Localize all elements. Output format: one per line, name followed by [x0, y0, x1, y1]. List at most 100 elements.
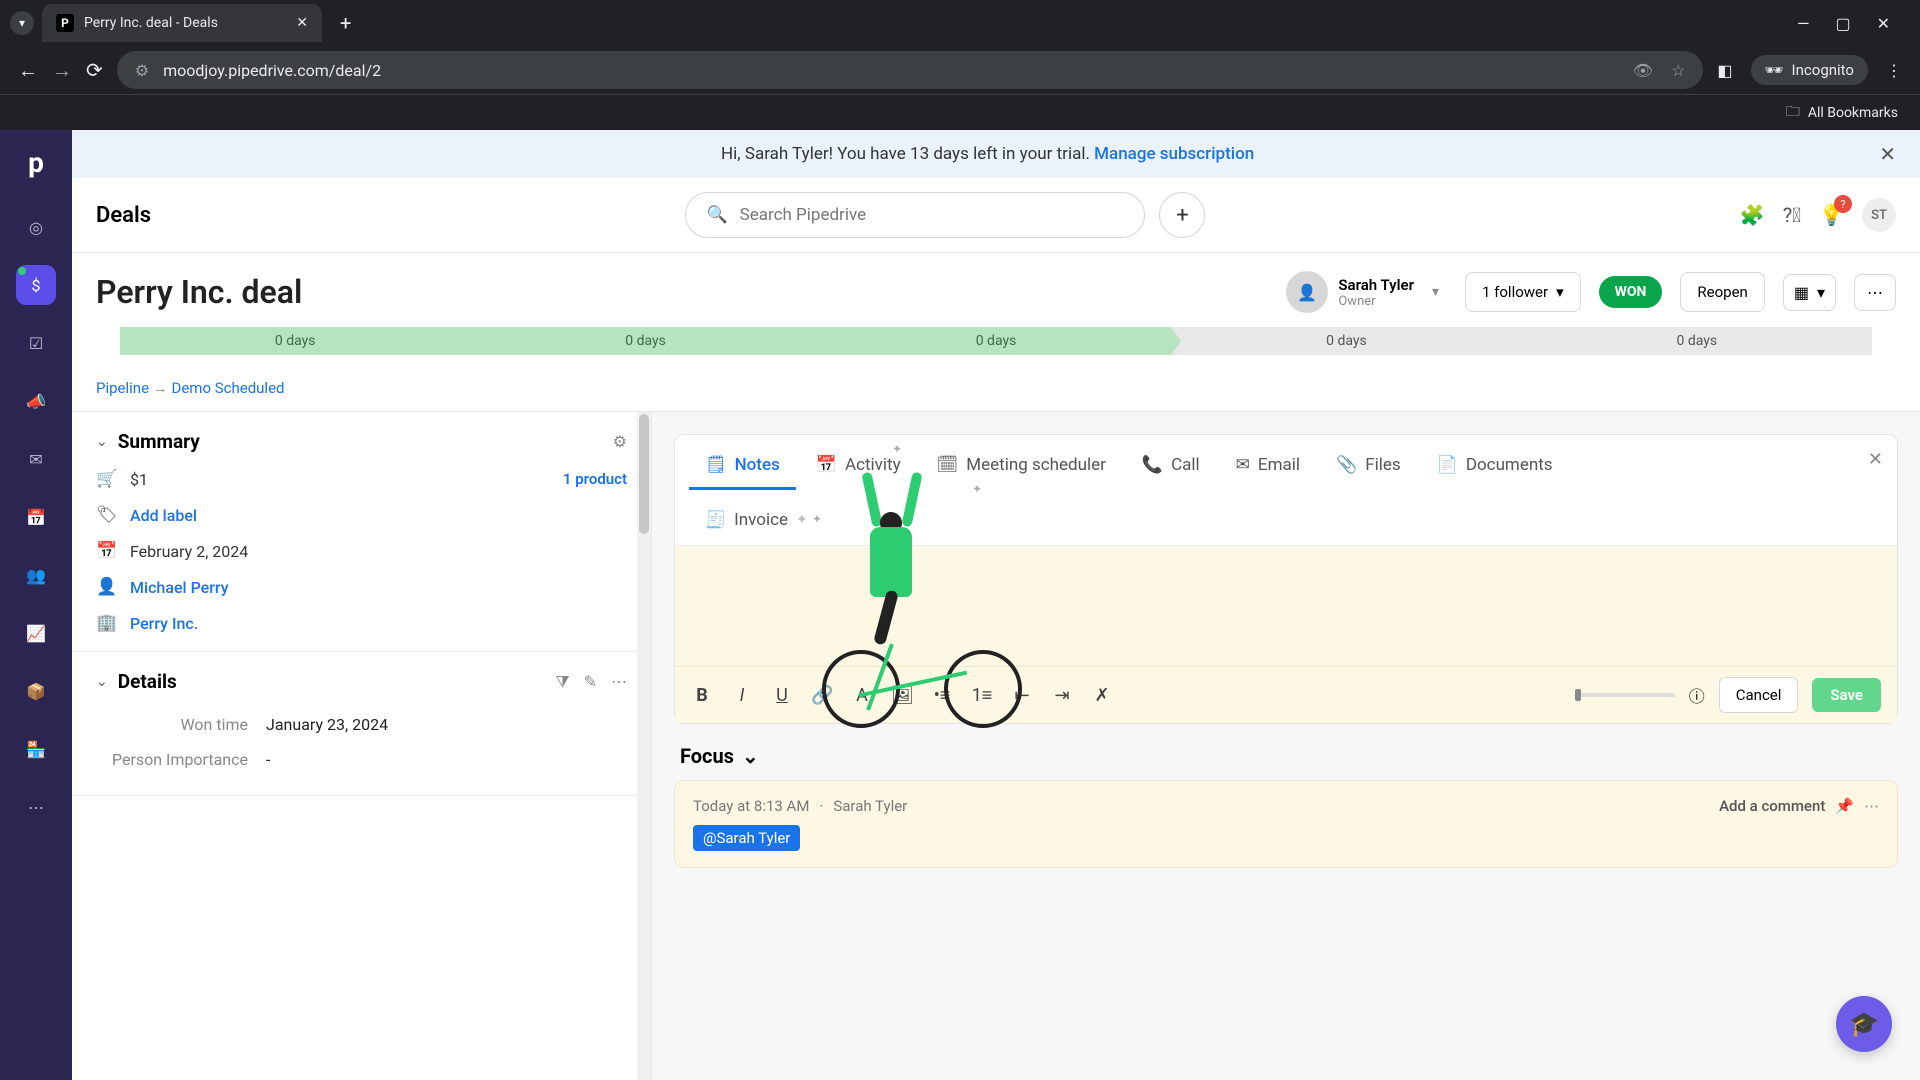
product-link[interactable]: 1 product	[563, 470, 627, 488]
layout-button[interactable]: ▦ ▾	[1783, 274, 1836, 311]
eye-off-icon[interactable]: 👁	[1633, 61, 1653, 80]
tab-email[interactable]: ✉Email	[1220, 443, 1316, 490]
new-tab-button[interactable]: +	[330, 11, 361, 35]
bullet-list-button[interactable]: •≡	[931, 685, 953, 706]
bold-button[interactable]: B	[691, 685, 713, 706]
nav-insights-icon[interactable]: 📈	[16, 613, 56, 653]
image-button[interactable]: 🖼	[891, 685, 913, 706]
edit-icon[interactable]: ✎	[584, 672, 597, 692]
save-button[interactable]: Save	[1812, 678, 1881, 712]
deal-more-button[interactable]: ⋯	[1854, 274, 1896, 311]
nav-mail-icon[interactable]: ✉	[16, 439, 56, 479]
breadcrumb-stage[interactable]: Demo Scheduled	[172, 379, 285, 397]
user-avatar[interactable]: ST	[1862, 198, 1896, 232]
tab-notes[interactable]: 🗒Notes	[689, 443, 796, 490]
pin-icon[interactable]: 📌	[1835, 797, 1854, 815]
tab-activity[interactable]: 📅Activity	[800, 443, 917, 490]
manage-subscription-link[interactable]: Manage subscription	[1094, 144, 1254, 164]
tab-title: Perry Inc. deal - Deals	[84, 15, 218, 31]
outdent-button[interactable]: ⇤	[1011, 685, 1033, 706]
tips-icon[interactable]: 💡?	[1819, 203, 1844, 227]
indent-button[interactable]: ⇥	[1051, 685, 1073, 706]
owner-dropdown-icon[interactable]: ▾	[1424, 284, 1447, 300]
stage-3[interactable]: 0 days	[821, 327, 1171, 355]
summary-section: ⌄ Summary ⚙ 🛒 $1 1 product 🏷 Add label	[72, 412, 651, 652]
stage-4[interactable]: 0 days	[1171, 327, 1521, 355]
activity-more-icon[interactable]: ⋯	[1864, 797, 1879, 815]
filter-icon[interactable]: ⧩	[555, 672, 569, 692]
clear-format-button[interactable]: ✗	[1091, 685, 1113, 706]
italic-button[interactable]: I	[731, 685, 753, 706]
gear-icon[interactable]: ⚙	[613, 432, 627, 451]
maximize-icon[interactable]: ▢	[1835, 14, 1850, 33]
add-button[interactable]: +	[1159, 192, 1205, 238]
deal-amount: $1	[130, 470, 148, 489]
side-panel-icon[interactable]: ◧	[1717, 61, 1732, 80]
stage-2[interactable]: 0 days	[470, 327, 820, 355]
cancel-button[interactable]: Cancel	[1719, 677, 1799, 713]
tab-meeting[interactable]: 🗓Meeting scheduler	[921, 443, 1122, 490]
banner-close-icon[interactable]: ✕	[1879, 142, 1896, 166]
minimize-icon[interactable]: —	[1797, 14, 1810, 33]
nav-marketplace-icon[interactable]: 🏪	[16, 729, 56, 769]
person-link[interactable]: Michael Perry	[130, 578, 229, 597]
followers-button[interactable]: 1 follower ▾	[1465, 272, 1581, 312]
add-comment-link[interactable]: Add a comment	[1719, 797, 1825, 815]
add-label-link[interactable]: Add label	[130, 506, 197, 525]
tab-documents[interactable]: 📄Documents	[1421, 443, 1569, 490]
owner-block[interactable]: 👤 Sarah Tyler Owner ▾	[1286, 271, 1447, 313]
mention-chip[interactable]: @Sarah Tyler	[693, 825, 800, 851]
chrome-menu-icon[interactable]: ⋮	[1886, 61, 1902, 80]
nav-leads-icon[interactable]: ◎	[16, 207, 56, 247]
tab-invoice[interactable]: 🧾Invoice✦	[689, 498, 824, 545]
bookmark-star-icon[interactable]: ☆	[1671, 61, 1685, 80]
won-status-badge[interactable]: WON	[1599, 276, 1663, 308]
nav-deals-icon[interactable]: $	[16, 265, 56, 305]
close-window-icon[interactable]: ✕	[1877, 14, 1890, 33]
slider[interactable]	[1575, 693, 1675, 697]
number-list-button[interactable]: 1≡	[971, 685, 993, 706]
url-bar[interactable]: ⚙ moodjoy.pipedrive.com/deal/2 👁 ☆	[117, 51, 1704, 89]
stage-1[interactable]: 0 days	[120, 327, 470, 355]
tab-call[interactable]: 📞Call	[1126, 443, 1216, 490]
forward-button[interactable]: →	[52, 58, 72, 83]
nav-contacts-icon[interactable]: 👥	[16, 555, 56, 595]
breadcrumb-pipeline[interactable]: Pipeline	[96, 379, 149, 397]
site-settings-icon[interactable]: ⚙	[135, 61, 149, 80]
underline-button[interactable]: U	[771, 685, 793, 706]
help-icon[interactable]: ?⃝	[1783, 203, 1801, 227]
nav-activities-icon[interactable]: 📅	[16, 497, 56, 537]
nav-projects-icon[interactable]: ☑	[16, 323, 56, 363]
nav-more-icon[interactable]: ⋯	[16, 787, 56, 827]
back-button[interactable]: ←	[18, 58, 38, 83]
summary-header[interactable]: ⌄ Summary ⚙	[96, 430, 627, 453]
note-editor[interactable]	[675, 546, 1897, 666]
org-link[interactable]: Perry Inc.	[130, 614, 198, 633]
left-scrollbar[interactable]	[637, 412, 651, 1080]
all-bookmarks-link[interactable]: All Bookmarks	[1808, 105, 1898, 121]
extensions-icon[interactable]: 🧩	[1740, 203, 1765, 227]
stage-5[interactable]: 0 days	[1522, 327, 1872, 355]
nav-products-icon[interactable]: 📦	[16, 671, 56, 711]
detail-value: -	[266, 750, 270, 769]
tab-files[interactable]: 📎Files	[1320, 443, 1417, 490]
search-input[interactable]: 🔍 Search Pipedrive	[685, 192, 1145, 238]
nav-campaigns-icon[interactable]: 📣	[16, 381, 56, 421]
reopen-button[interactable]: Reopen	[1680, 272, 1764, 312]
browser-tab[interactable]: P Perry Inc. deal - Deals ✕	[42, 4, 322, 42]
app-logo[interactable]: p	[28, 142, 44, 189]
incognito-indicator[interactable]: 🕶 Incognito	[1751, 55, 1869, 85]
details-header[interactable]: ⌄ Details ⧩ ✎ ⋯	[96, 670, 627, 693]
more-icon[interactable]: ⋯	[611, 672, 627, 692]
link-button[interactable]: 🔗	[811, 685, 833, 706]
info-icon[interactable]: ⓘ	[1689, 683, 1705, 707]
knowledge-fab[interactable]: 🎓	[1836, 996, 1892, 1052]
focus-section-header[interactable]: Focus ⌄	[674, 724, 1898, 780]
reload-button[interactable]: ⟳	[86, 58, 103, 82]
composer-close-icon[interactable]: ✕	[1868, 449, 1883, 470]
tabs-dropdown[interactable]: ▾	[10, 11, 34, 35]
tab-close-icon[interactable]: ✕	[296, 15, 308, 31]
deal-title[interactable]: Perry Inc. deal	[96, 273, 1268, 311]
chevron-down-icon: ▾	[1556, 283, 1564, 301]
text-color-button[interactable]: A	[851, 685, 873, 706]
